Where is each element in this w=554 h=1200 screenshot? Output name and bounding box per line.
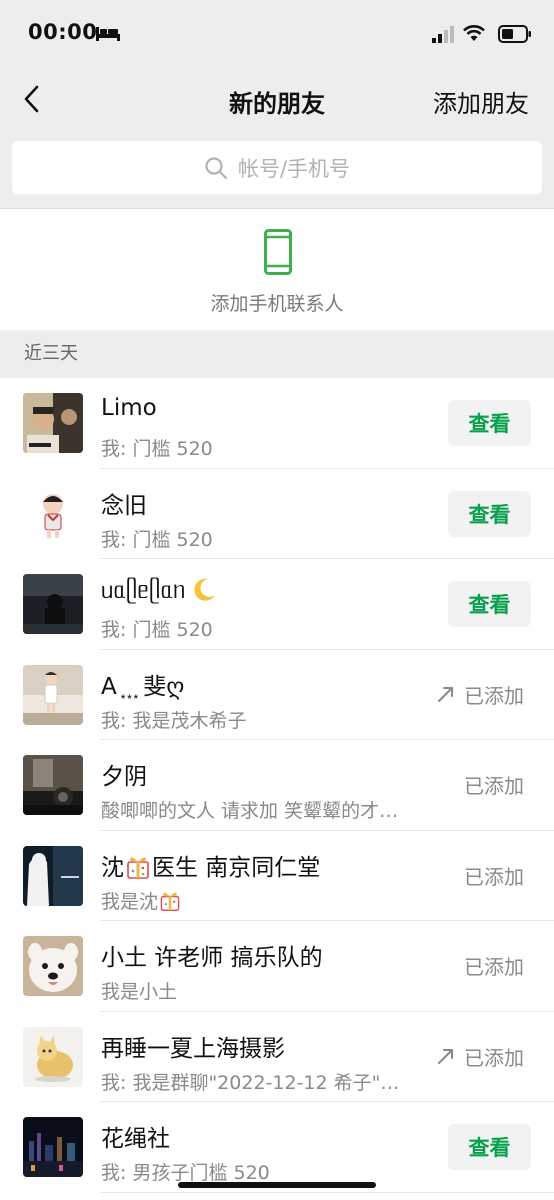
list-item[interactable]: 花绳社 我: 男孩子门槛 520 查看 xyxy=(0,1102,554,1193)
status-bar: 00:00 xyxy=(0,0,554,68)
avatar xyxy=(23,936,83,996)
list-item[interactable]: 沈 医生 南京同仁堂 我是沈 已添加 xyxy=(0,831,554,922)
added-status: 已添加 xyxy=(464,861,524,890)
arrow-outgoing-icon xyxy=(438,1049,453,1064)
contact-message: 我: 我是茂木希子 xyxy=(101,709,247,732)
contact-name-text: 沈 xyxy=(101,854,124,881)
avatar xyxy=(23,483,83,544)
nav-bar: 新的朋友 添加朋友 xyxy=(0,68,554,130)
view-button[interactable]: 查看 xyxy=(448,581,531,627)
contact-message: 我: 门槛 520 xyxy=(101,528,213,551)
search-input[interactable]: 帐号/手机号 xyxy=(12,141,542,194)
gift-icon xyxy=(127,856,149,879)
friend-request-list: Limo 我: 门槛 520 查看 念旧 我: 门槛 520 查看 ᥙᥲᥫᥱᥫᥲ… xyxy=(0,378,554,1193)
contact-message: 我: 门槛 520 xyxy=(101,619,213,641)
list-item[interactable]: 夕阴 酸唧唧的文人 请求加 笑颦颦的才… 已添加 xyxy=(0,740,554,831)
view-button[interactable]: 查看 xyxy=(448,400,531,446)
avatar xyxy=(23,393,83,453)
list-item[interactable]: 再睡一夏上海摄影 我: 我是群聊"2022-12-12 希子"… 已添加 xyxy=(0,1012,554,1103)
search-placeholder: 帐号/手机号 xyxy=(237,156,351,181)
added-status: 已添加 xyxy=(436,680,524,709)
avatar xyxy=(23,664,83,725)
added-label: 已添加 xyxy=(464,1045,524,1070)
view-button[interactable]: 查看 xyxy=(448,490,531,537)
contact-name-suffix: 医生 南京同仁堂 xyxy=(152,854,321,881)
moon-icon xyxy=(193,578,215,601)
add-friend-button[interactable]: 添加朋友 xyxy=(433,84,529,119)
battery-icon xyxy=(498,25,531,43)
bed-icon xyxy=(96,27,120,41)
arrow-outgoing-icon xyxy=(438,687,453,702)
added-label: 已添加 xyxy=(464,864,524,889)
contact-message: 我: 我是群聊"2022-12-12 希子"… xyxy=(101,1071,400,1094)
contact-name: 再睡一夏上海摄影 xyxy=(101,1035,285,1062)
contact-message: 我是小土 xyxy=(101,981,178,1003)
contact-name: A ͙ ͙ ͙ 斐ღ xyxy=(101,673,185,700)
section-header: 近三天 xyxy=(0,330,554,378)
wifi-icon xyxy=(463,25,485,41)
phone-icon xyxy=(264,229,292,275)
list-item[interactable]: A ͙ ͙ ͙ 斐ღ 我: 我是茂木希子 已添加 xyxy=(0,650,554,741)
avatar xyxy=(23,574,83,634)
status-time: 00:00 xyxy=(28,20,98,44)
add-phone-contacts[interactable]: 添加手机联系人 xyxy=(0,209,554,330)
avatar xyxy=(23,1117,83,1177)
add-contacts-label: 添加手机联系人 xyxy=(210,293,344,315)
contact-message: 酸唧唧的文人 请求加 笑颦颦的才… xyxy=(101,800,399,822)
list-item[interactable]: 小土 许老师 搞乐队的 我是小土 已添加 xyxy=(0,921,554,1012)
contact-name: 花绳社 xyxy=(101,1126,170,1152)
avatar xyxy=(23,755,83,815)
contact-message: 我: 男孩子门槛 520 xyxy=(101,1162,270,1184)
contact-message: 我是沈 xyxy=(101,887,182,914)
list-item[interactable]: Limo 我: 门槛 520 查看 xyxy=(0,378,554,469)
contact-name: ᥙᥲᥫᥱᥫᥲᥒ xyxy=(101,576,218,604)
avatar xyxy=(23,845,83,906)
added-status: 已添加 xyxy=(436,1042,524,1071)
signal-icon xyxy=(432,26,454,43)
contact-name: 夕阴 xyxy=(101,764,147,790)
contact-name-text: ᥙᥲᥫᥱᥫᥲᥒ xyxy=(101,578,186,604)
list-item[interactable]: 念旧 我: 门槛 520 查看 xyxy=(0,469,554,560)
added-status: 已添加 xyxy=(464,770,524,799)
home-indicator[interactable] xyxy=(178,1182,376,1188)
search-bar: 帐号/手机号 xyxy=(0,130,554,209)
view-button[interactable]: 查看 xyxy=(448,1124,531,1170)
list-item[interactable]: ᥙᥲᥫᥱᥫᥲᥒ 我: 门槛 520 查看 xyxy=(0,559,554,650)
contact-message: 我: 门槛 520 xyxy=(101,438,213,460)
contact-name: Limo xyxy=(101,395,157,421)
added-status: 已添加 xyxy=(464,951,524,980)
search-icon xyxy=(205,156,228,179)
added-label: 已添加 xyxy=(464,774,524,798)
avatar xyxy=(23,1026,83,1087)
contact-name: 沈 医生 南京同仁堂 xyxy=(101,848,320,882)
contact-name: 念旧 xyxy=(101,492,147,519)
contact-message-text: 我是沈 xyxy=(101,890,159,913)
contact-name: 小土 许老师 搞乐队的 xyxy=(101,945,323,971)
added-label: 已添加 xyxy=(464,955,524,979)
gift-icon xyxy=(160,892,180,911)
added-label: 已添加 xyxy=(464,683,524,708)
